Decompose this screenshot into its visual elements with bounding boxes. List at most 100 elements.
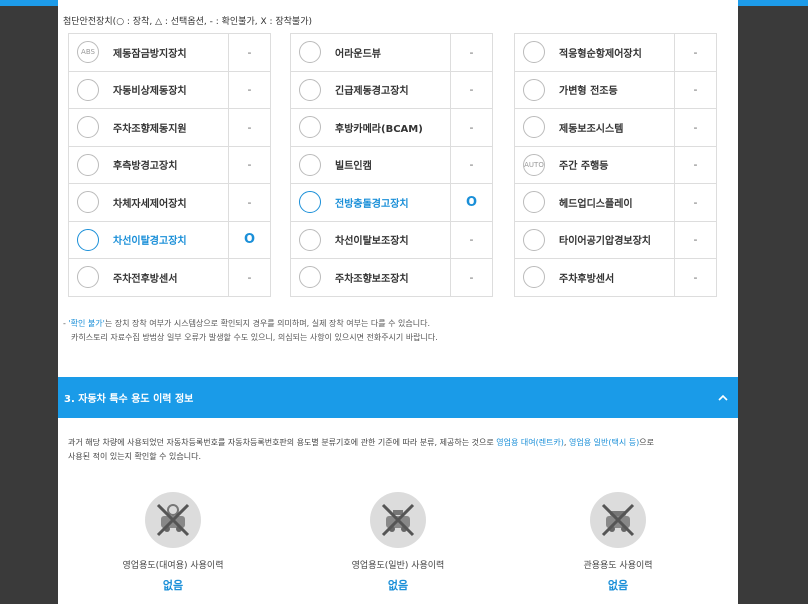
daytime-light-icon: AUTO — [523, 153, 545, 176]
rear-camera-icon — [299, 116, 321, 139]
usage-label: 영업용도(일반) 사용이력 — [351, 561, 445, 571]
device-cell: 차체자세제어장치 — [69, 184, 229, 221]
usage-value: 없음 — [162, 579, 184, 592]
around-view-icon — [299, 41, 321, 64]
device-status: - — [469, 83, 474, 97]
device-cell: ABS 제동잠금방지장치 — [69, 34, 229, 71]
device-row: AUTO 주간 주행등 - — [515, 146, 717, 184]
stability-control-icon — [77, 191, 99, 214]
device-row: 차선이탈경고장치 O — [69, 221, 271, 259]
device-name: 제동잠금방지장치 — [113, 48, 187, 60]
device-cell: 주차조향보조장치 — [291, 259, 451, 296]
device-name: 전방충돌경고장치 — [335, 198, 409, 210]
abs-icon: ABS — [77, 41, 99, 64]
device-name: 주차전후방센서 — [113, 273, 178, 285]
device-table-3: 적응형순항제어장치 - 가변형 전조등 - 제동보조시스템 - AUTO 주간 주행등 - 헤드업… — [514, 33, 717, 297]
device-name: 주차조향보조장치 — [335, 273, 409, 285]
device-name: 주간 주행등 — [559, 161, 609, 173]
device-name: 가변형 전조등 — [559, 86, 618, 98]
device-cell: 헤드업디스플레이 — [515, 184, 675, 221]
device-cell: 후방카메라(BCAM) — [291, 109, 451, 146]
device-cell: 차선이탈보조장치 — [291, 221, 451, 258]
usage-label: 영업용도(대여용) 사용이력 — [122, 561, 224, 571]
rear-sensor-icon — [523, 266, 545, 289]
device-status: - — [469, 270, 474, 284]
tire-pressure-icon — [523, 228, 545, 251]
adaptive-headlight-icon — [523, 78, 545, 101]
lane-assist-icon — [299, 228, 321, 251]
device-name: 차선이탈보조장치 — [335, 236, 409, 248]
device-status: - — [469, 120, 474, 134]
usage-value: 없음 — [607, 579, 629, 592]
device-name: 후측방경고장치 — [113, 161, 178, 173]
forward-collision-icon — [299, 191, 321, 214]
note-line2: 카히스토리 자료수집 방법상 일부 오류가 발생할 수도 있으니, 의심되는 사… — [71, 333, 438, 342]
device-status: - — [469, 233, 474, 247]
device-name: 후방카메라(BCAM) — [335, 123, 423, 135]
note-line1: 는 장치 장착 여부가 시스템상으로 확인되지 경우를 의미하며, 실제 장착 … — [104, 319, 431, 328]
device-cell: 자동비상제동장치 — [69, 71, 229, 108]
device-table-1: ABS 제동잠금방지장치 - 자동비상제동장치 - 주차조향제동지원 - 후측방경고장치 - 차체… — [68, 33, 271, 297]
device-row: 적응형순항제어장치 - — [515, 34, 717, 72]
device-status: - — [469, 158, 474, 172]
section-header-special-usage[interactable]: 3. 자동차 특수 용도 이력 정보 — [58, 377, 738, 418]
device-name: 적응형순항제어장치 — [559, 48, 642, 60]
device-row: 차선이탈보조장치 - — [291, 221, 493, 259]
device-status: - — [693, 195, 698, 209]
device-row: 제동보조시스템 - — [515, 109, 717, 147]
device-cell: AUTO 주간 주행등 — [515, 146, 675, 183]
emergency-brake-warning-icon — [299, 78, 321, 101]
device-row: 차체자세제어장치 - — [69, 184, 271, 222]
device-cell: 주차조향제동지원 — [69, 109, 229, 146]
device-status: - — [693, 83, 698, 97]
device-row: 주차조향제동지원 - — [69, 109, 271, 147]
device-row: 주차전후방센서 - — [69, 259, 271, 297]
device-row: 주차조향보조장치 - — [291, 259, 493, 297]
device-cell: 빌트인캠 — [291, 146, 451, 183]
device-row: 자동비상제동장치 - — [69, 71, 271, 109]
device-row: 어라운드뷰 - — [291, 34, 493, 72]
device-cell: 주차전후방센서 — [69, 259, 229, 296]
device-status: - — [247, 158, 252, 172]
device-name: 타이어공기압경보장치 — [559, 236, 651, 248]
head-up-display-icon — [523, 191, 545, 214]
safety-device-grid: ABS 제동잠금방지장치 - 자동비상제동장치 - 주차조향제동지원 - 후측방경고장치 - 차체… — [68, 33, 728, 303]
device-row: 주차후방센서 - — [515, 259, 717, 297]
parking-sensor-icon — [77, 266, 99, 289]
device-name: 긴급제동경고장치 — [335, 86, 409, 98]
device-cell: 차선이탈경고장치 — [69, 221, 229, 258]
section-title: 3. 자동차 특수 용도 이력 정보 — [64, 394, 194, 405]
device-name: 차체자세제어장치 — [113, 198, 187, 210]
emergency-brake-icon — [77, 78, 99, 101]
desc-part1: 과거 해당 차량에 사용되었던 자동차등록번호를 자동차등록번호판의 용도별 분… — [68, 438, 497, 447]
device-row: 타이어공기압경보장치 - — [515, 221, 717, 259]
rental-car-icon — [145, 492, 201, 548]
device-cell: 후측방경고장치 — [69, 146, 229, 183]
device-cell: 타이어공기압경보장치 — [515, 221, 675, 258]
device-status: - — [693, 270, 698, 284]
device-status: - — [693, 233, 698, 247]
device-name: 주차후방센서 — [559, 273, 615, 285]
disclaimer-note: - '확인 불가'는 장치 장착 여부가 시스템상으로 확인되지 경우를 의미하… — [63, 317, 438, 345]
device-cell: 적응형순항제어장치 — [515, 34, 675, 71]
desc-part2: 으로 — [639, 438, 654, 447]
device-name: 주차조향제동지원 — [113, 123, 187, 135]
usage-taxi: 영업용도(일반) 사용이력 없음 — [318, 492, 478, 593]
usage-description: 과거 해당 차량에 사용되었던 자동차등록번호를 자동차등록번호판의 용도별 분… — [68, 436, 728, 464]
usage-label: 관용용도 사용이력 — [583, 561, 653, 571]
main-content: 첨단안전장치(○ : 장착, △ : 선택옵션, - : 확인불가, X : 장… — [58, 0, 738, 604]
device-row: 전방충돌경고장치 O — [291, 184, 493, 222]
rear-warning-icon — [77, 153, 99, 176]
desc-link-taxi: 영업용 일반(택시 등) — [569, 438, 640, 447]
note-highlight: '확인 불가' — [68, 319, 105, 328]
device-cell: 제동보조시스템 — [515, 109, 675, 146]
screen: 첨단안전장치(○ : 장착, △ : 선택옵션, - : 확인불가, X : 장… — [0, 0, 808, 604]
lane-departure-icon — [77, 228, 99, 251]
device-row: 긴급제동경고장치 - — [291, 71, 493, 109]
chevron-up-icon[interactable] — [718, 391, 728, 405]
desc-line2: 사용된 적이 있는지 확인할 수 있습니다. — [68, 452, 202, 461]
adaptive-cruise-icon — [523, 41, 545, 64]
government-car-icon — [590, 492, 646, 548]
device-cell: 전방충돌경고장치 — [291, 184, 451, 221]
device-name: 빌트인캠 — [335, 161, 372, 173]
